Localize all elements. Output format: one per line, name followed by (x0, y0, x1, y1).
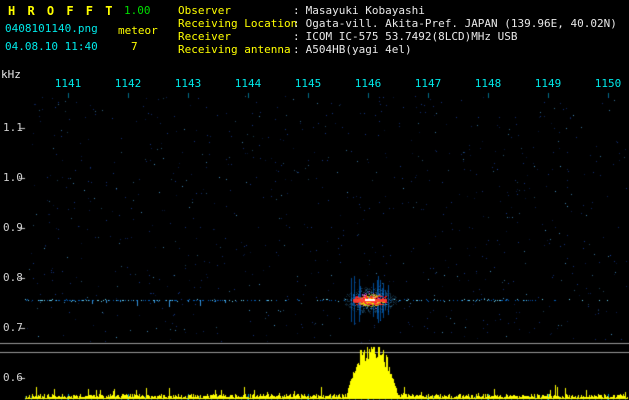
info-label-observer: Observer (178, 4, 231, 17)
freq-tick-label: 0.9 (3, 221, 23, 234)
time-tick-label: 1147 (414, 77, 442, 90)
freq-tick-label: 0.8 (3, 271, 23, 284)
time-tick-label: 1141 (54, 77, 82, 90)
mode-label: meteor (118, 24, 158, 37)
time-tick-label: 1149 (534, 77, 562, 90)
info-value-receiver: ICOM IC-575 53.7492(8LCD)MHz USB (305, 30, 518, 43)
time-tick-label: 1150 (594, 77, 622, 90)
datetime-label: 04.08.10 11:40 (5, 40, 98, 53)
info-label-receiver: Receiver (178, 30, 231, 43)
freq-tick-label: 1.0 (3, 171, 23, 184)
info-row-observer: Observer: Masayuki Kobayashi (178, 5, 425, 16)
info-row-receiver: Receiver: ICOM IC-575 53.7492(8LCD)MHz US… (178, 31, 518, 42)
freq-tick-label: 0.6 (3, 371, 23, 384)
info-colon: : (293, 30, 300, 43)
time-tick-label: 1146 (354, 77, 382, 90)
info-label-antenna: Receiving antenna (178, 43, 291, 56)
info-colon: : (293, 4, 300, 17)
info-value-location: Ogata-vill. Akita-Pref. JAPAN (139.96E, … (305, 17, 617, 30)
info-row-location: Receiving Location: Ogata-vill. Akita-Pre… (178, 18, 617, 29)
info-row-antenna: Receiving antenna: A504HB(yagi 4el) (178, 44, 412, 55)
output-filename: 0408101140.png (5, 22, 98, 35)
spectrogram-canvas (0, 0, 629, 400)
info-colon: : (293, 17, 300, 30)
info-label-location: Receiving Location (178, 17, 298, 30)
time-tick-label: 1145 (294, 77, 322, 90)
time-tick-label: 1148 (474, 77, 502, 90)
info-colon: : (293, 43, 300, 56)
freq-tick-label: 1.1 (3, 121, 23, 134)
freq-unit-label: kHz (1, 68, 21, 81)
info-value-antenna: A504HB(yagi 4el) (305, 43, 412, 56)
hrofft-output-image: H R O F F T 1.00 0408101140.png meteor 0… (0, 0, 629, 400)
time-tick-label: 1143 (174, 77, 202, 90)
info-value-observer: Masayuki Kobayashi (305, 4, 425, 17)
meteor-count: 7 (131, 40, 138, 53)
time-tick-label: 1144 (234, 77, 262, 90)
freq-tick-label: 0.7 (3, 321, 23, 334)
app-title: H R O F F T (8, 4, 115, 18)
app-version: 1.00 (124, 4, 151, 17)
time-tick-label: 1142 (114, 77, 142, 90)
